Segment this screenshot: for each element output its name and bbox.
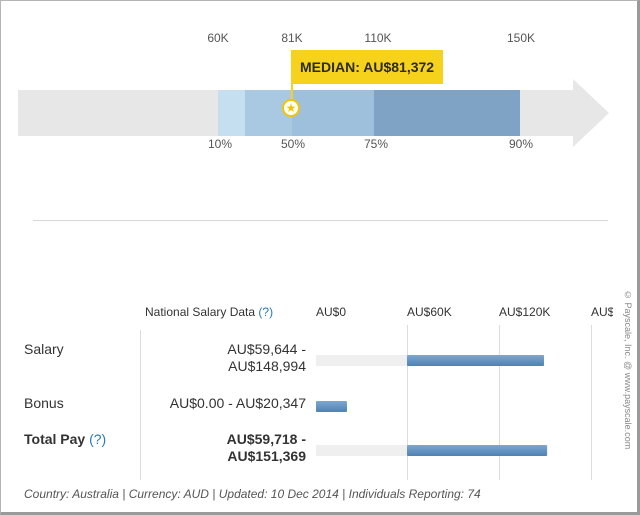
bottom-tick-label: 10% [207,137,233,151]
axis-tick-label: AU$0 [316,305,347,319]
range-total-pay: AU$59,718 - AU$151,369 [226,431,306,464]
axis-gridline [140,330,141,480]
axis-tick-label: AU$18 [591,305,613,319]
top-tick-label: 110K [364,31,392,45]
help-link[interactable]: (?) [89,431,106,447]
range-bar-total-pay [407,445,548,456]
range-salary: AU$59,644 - AU$148,994 [227,341,306,374]
bottom-tick-label: 75% [363,137,389,151]
help-link[interactable]: (?) [258,305,273,319]
star-icon: ★ [282,99,300,117]
row-label-bonus: Bonus [24,395,64,411]
top-tick-label: 81K [281,31,303,45]
median-callout: MEDIAN: AU$81,372 [291,50,444,84]
axis-gridline [591,325,592,480]
row-label-total-pay: Total Pay (?) [24,431,107,447]
copyright-notice: © Payscale, Inc. @ www.payscale.com [623,290,633,450]
section-divider [33,220,608,221]
axis-tick-label: AU$60K [407,305,452,319]
axis-gridline [499,325,500,480]
top-tick-label: 150K [506,31,536,45]
footer-info: Country: Australia | Currency: AUD | Upd… [24,487,481,501]
segment-p75-p90 [374,90,520,136]
segment-p50-p75 [292,90,374,136]
bottom-tick-label: 50% [280,137,306,151]
bottom-tick-label: 90% [508,137,534,151]
axis-gridline [407,325,408,480]
row-label-salary: Salary [24,341,64,357]
table-header-label: National Salary Data (?) [145,305,274,319]
top-tick-label: 60K [207,31,229,45]
range-bar-bonus [316,401,348,412]
segment-p10-p25 [218,90,245,136]
percentile-arrow-head [573,79,609,147]
axis-tick-label: AU$120K [499,305,551,319]
range-bar-salary [407,355,544,366]
range-bonus: AU$0.00 - AU$20,347 [169,395,306,411]
